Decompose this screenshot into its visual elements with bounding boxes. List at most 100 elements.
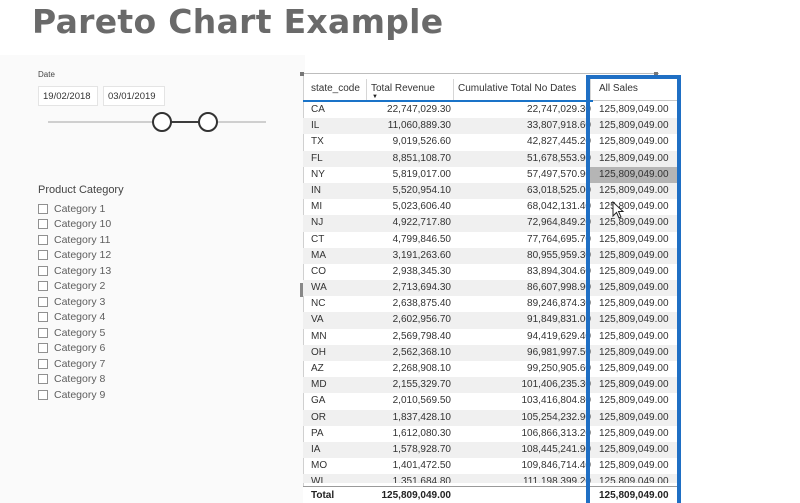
state-code-cell: OR bbox=[311, 411, 326, 423]
state-code-cell: MO bbox=[311, 460, 328, 472]
category-option[interactable]: Category 5 bbox=[38, 325, 111, 341]
state-code-cell: MA bbox=[311, 249, 326, 261]
checkbox-icon[interactable] bbox=[38, 234, 48, 245]
cumulative-total-cell: 57,497,570.90 bbox=[527, 168, 591, 180]
total-revenue-cell: 1,837,428.10 bbox=[392, 411, 451, 423]
state-code-cell: PA bbox=[311, 427, 324, 439]
cumulative-total-cell: 108,445,241.90 bbox=[521, 443, 591, 455]
checkbox-icon[interactable] bbox=[38, 281, 48, 292]
cumulative-total-cell: 68,042,131.40 bbox=[527, 201, 591, 213]
category-option-label: Category 11 bbox=[54, 233, 111, 246]
state-code-cell: GA bbox=[311, 395, 326, 407]
cumulative-total-cell: 103,416,804.80 bbox=[521, 395, 591, 407]
cumulative-total-cell: 72,964,849.20 bbox=[527, 217, 591, 229]
category-option-label: Category 13 bbox=[54, 264, 112, 277]
category-option[interactable]: Category 1 bbox=[38, 201, 111, 217]
date-end-input[interactable]: 03/01/2019 bbox=[103, 86, 165, 106]
total-revenue-cell: 8,851,108.70 bbox=[392, 152, 451, 164]
column-header-total-revenue[interactable]: Total Revenue bbox=[371, 83, 435, 94]
checkbox-icon[interactable] bbox=[38, 343, 48, 354]
checkbox-icon[interactable] bbox=[38, 312, 48, 323]
checkbox-icon[interactable] bbox=[38, 219, 48, 230]
category-option-label: Category 5 bbox=[54, 326, 106, 339]
cumulative-total-cell: 99,250,905.60 bbox=[527, 363, 591, 374]
cumulative-total-cell: 96,981,997.50 bbox=[527, 346, 591, 358]
total-revenue-cell: 5,819,017.00 bbox=[392, 168, 451, 180]
cumulative-total-cell: 101,406,235.30 bbox=[521, 379, 591, 391]
state-code-cell: WI bbox=[311, 476, 324, 483]
category-option[interactable]: Category 6 bbox=[38, 341, 111, 357]
category-option[interactable]: Category 10 bbox=[38, 217, 111, 233]
state-code-cell: FL bbox=[311, 152, 323, 164]
date-slicer-label: Date bbox=[38, 70, 55, 79]
category-option-label: Category 7 bbox=[54, 357, 106, 370]
resize-handle-top-left[interactable] bbox=[300, 72, 304, 76]
state-code-cell: IA bbox=[311, 443, 321, 455]
category-slicer-title: Product Category bbox=[38, 184, 124, 196]
column-divider[interactable] bbox=[366, 79, 367, 100]
total-revenue-cell: 1,578,928.70 bbox=[392, 443, 451, 455]
checkbox-icon[interactable] bbox=[38, 358, 48, 369]
state-code-cell: IL bbox=[311, 120, 320, 132]
category-option[interactable]: Category 7 bbox=[38, 356, 111, 372]
column-header-state-code[interactable]: state_code bbox=[311, 83, 360, 94]
total-revenue-cell: 1,351,684.80 bbox=[392, 476, 451, 483]
total-revenue-cell: 2,010,569.50 bbox=[392, 395, 451, 407]
category-list: Category 1 Category 10 Category 11 Category… bbox=[38, 201, 111, 403]
page-title: Pareto Chart Example bbox=[32, 2, 444, 41]
state-code-cell: OH bbox=[311, 346, 326, 358]
category-option[interactable]: Category 8 bbox=[38, 372, 111, 388]
state-code-cell: WA bbox=[311, 282, 327, 294]
category-option[interactable]: Category 3 bbox=[38, 294, 111, 310]
checkbox-icon[interactable] bbox=[38, 265, 48, 276]
state-code-cell: NC bbox=[311, 298, 326, 310]
total-revenue-cell: 4,922,717.80 bbox=[392, 217, 451, 229]
date-start-input[interactable]: 19/02/2018 bbox=[38, 86, 98, 106]
column-divider[interactable] bbox=[453, 79, 454, 100]
category-option-label: Category 4 bbox=[54, 311, 106, 324]
date-slider-end-handle[interactable] bbox=[198, 112, 218, 132]
total-revenue-cell: 4,799,846.50 bbox=[392, 233, 451, 245]
category-option-label: Category 8 bbox=[54, 373, 106, 386]
category-option[interactable]: Category 11 bbox=[38, 232, 111, 248]
category-option[interactable]: Category 12 bbox=[38, 248, 111, 264]
cumulative-total-cell: 22,747,029.30 bbox=[527, 104, 591, 115]
category-option[interactable]: Category 4 bbox=[38, 310, 111, 326]
total-revenue: 125,809,049.00 bbox=[381, 490, 451, 501]
cumulative-total-cell: 106,866,313.20 bbox=[521, 427, 591, 439]
category-option[interactable]: Category 9 bbox=[38, 387, 111, 403]
checkbox-icon[interactable] bbox=[38, 296, 48, 307]
date-slider-start-handle[interactable] bbox=[152, 112, 172, 132]
table-top-border bbox=[303, 73, 659, 74]
cumulative-total-cell: 51,678,553.90 bbox=[527, 152, 591, 164]
category-option[interactable]: Category 13 bbox=[38, 263, 111, 279]
column-header-cumulative-total[interactable]: Cumulative Total No Dates bbox=[458, 83, 589, 94]
cumulative-total-cell: 83,894,304.60 bbox=[527, 265, 591, 277]
category-option-label: Category 9 bbox=[54, 388, 106, 401]
cumulative-total-cell: 91,849,831.00 bbox=[527, 314, 591, 326]
state-code-cell: CT bbox=[311, 233, 325, 245]
state-code-cell: VA bbox=[311, 314, 324, 326]
category-option-label: Category 10 bbox=[54, 218, 112, 231]
cumulative-total-cell: 86,607,998.90 bbox=[527, 282, 591, 294]
category-option-label: Category 1 bbox=[54, 202, 106, 215]
cumulative-total-cell: 109,846,714.40 bbox=[521, 460, 591, 472]
checkbox-icon[interactable] bbox=[38, 389, 48, 400]
total-revenue-cell: 2,569,798.40 bbox=[392, 330, 451, 342]
cumulative-total-cell: 63,018,525.00 bbox=[527, 184, 591, 196]
state-code-cell: AZ bbox=[311, 363, 324, 374]
cumulative-total-cell: 42,827,445.20 bbox=[527, 136, 591, 148]
total-revenue-cell: 22,747,029.30 bbox=[387, 104, 451, 115]
checkbox-icon[interactable] bbox=[38, 250, 48, 261]
total-revenue-cell: 2,638,875.40 bbox=[392, 298, 451, 310]
category-option[interactable]: Category 2 bbox=[38, 279, 111, 295]
checkbox-icon[interactable] bbox=[38, 327, 48, 338]
state-code-cell: MN bbox=[311, 330, 327, 342]
state-code-cell: NY bbox=[311, 168, 325, 180]
checkbox-icon[interactable] bbox=[38, 374, 48, 385]
cumulative-total-cell: 94,419,629.40 bbox=[527, 330, 591, 342]
total-revenue-cell: 1,612,080.30 bbox=[392, 427, 451, 439]
mouse-cursor-icon bbox=[612, 201, 625, 219]
cumulative-total-cell: 77,764,695.70 bbox=[527, 233, 591, 245]
checkbox-icon[interactable] bbox=[38, 203, 48, 214]
